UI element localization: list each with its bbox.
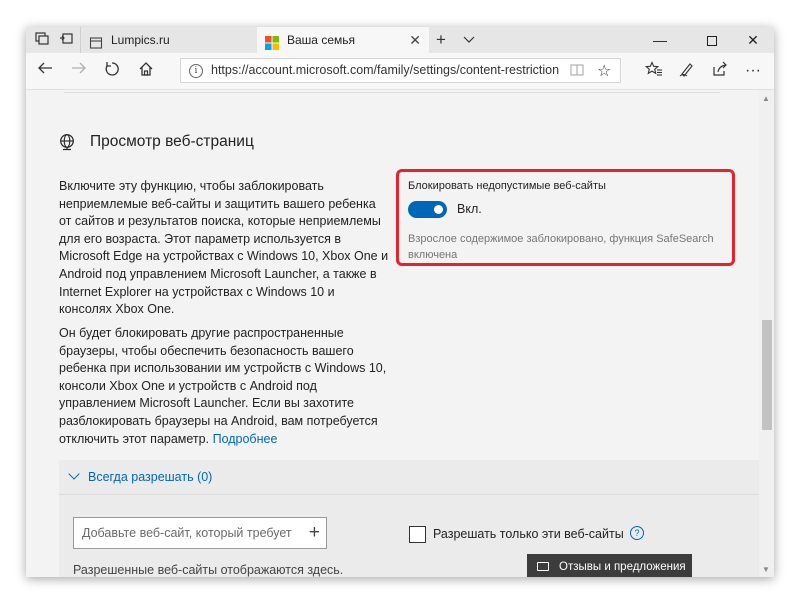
- allowed-sites-note: Разрешенные веб-сайты отображаются здесь…: [73, 563, 344, 577]
- minimize-icon[interactable]: —: [640, 27, 680, 53]
- divider: [64, 92, 720, 93]
- forward-arrow-icon[interactable]: [68, 61, 90, 81]
- close-tab-icon[interactable]: ✕: [409, 27, 421, 53]
- reading-view-icon[interactable]: [570, 63, 584, 80]
- tab-label: Lumpics.ru: [111, 33, 170, 47]
- refresh-icon[interactable]: [101, 61, 123, 81]
- learn-more-link[interactable]: Подробнее: [213, 432, 278, 446]
- allow-only-checkbox[interactable]: [409, 526, 426, 543]
- info-icon[interactable]: i: [189, 64, 203, 78]
- pen-notes-icon[interactable]: [676, 61, 698, 81]
- scroll-up-arrow-icon[interactable]: ▲: [762, 94, 770, 103]
- chevron-down-icon: [68, 468, 80, 480]
- chat-bubble-icon: [537, 562, 549, 571]
- url-text[interactable]: https://account.microsoft.com/family/set…: [211, 59, 559, 82]
- vertical-scrollbar[interactable]: ▲ ▼: [759, 90, 774, 577]
- feedback-button[interactable]: Отзывы и предложения: [527, 554, 692, 577]
- tab-bar: Lumpics.ru Ваша семья ✕ + — ✕: [26, 27, 774, 53]
- add-plus-icon[interactable]: +: [309, 522, 320, 544]
- add-website-field[interactable]: +: [73, 517, 327, 549]
- scroll-down-arrow-icon[interactable]: ▼: [762, 565, 770, 574]
- page-icon: [89, 33, 103, 49]
- page-content: Просмотр веб-страниц Включите эту функци…: [26, 90, 759, 577]
- divider: [59, 494, 759, 495]
- feedback-label: Отзывы и предложения: [559, 561, 686, 573]
- new-tab-icon[interactable]: +: [436, 27, 446, 53]
- help-question-icon[interactable]: ?: [630, 526, 644, 540]
- maximize-icon[interactable]: [692, 27, 732, 53]
- always-allow-expander[interactable]: Всегда разрешать (0): [68, 468, 212, 484]
- tab-label: Ваша семья: [287, 33, 355, 47]
- restore-tabs-icon[interactable]: [58, 32, 74, 48]
- highlight-frame: [396, 169, 735, 266]
- back-arrow-icon[interactable]: [34, 61, 56, 81]
- scrollbar-thumb[interactable]: [762, 320, 772, 430]
- tab-family[interactable]: Ваша семья ✕: [257, 27, 429, 53]
- tab-lumpics[interactable]: Lumpics.ru: [80, 27, 257, 53]
- browser-window: Lumpics.ru Ваша семья ✕ + — ✕ i https://…: [26, 27, 774, 577]
- description-text: Включите эту функцию, чтобы заблокироват…: [59, 179, 389, 317]
- allow-only-label[interactable]: Разрешать только эти веб-сайты: [433, 527, 624, 541]
- home-icon[interactable]: [135, 61, 157, 81]
- favorites-hub-icon[interactable]: [643, 61, 665, 81]
- favorite-star-icon[interactable]: ☆: [597, 61, 611, 81]
- navigation-bar: i https://account.microsoft.com/family/s…: [26, 53, 774, 90]
- set-aside-tabs-icon[interactable]: [34, 32, 50, 48]
- section-title: Просмотр веб-страниц: [90, 133, 254, 150]
- chevron-down-icon[interactable]: [463, 27, 475, 53]
- description-text-2: Он будет блокировать другие распростране…: [59, 326, 387, 446]
- microsoft-logo-icon: [265, 33, 279, 50]
- share-icon[interactable]: [709, 61, 731, 81]
- add-website-input[interactable]: [82, 518, 292, 548]
- globe-icon: [60, 134, 74, 151]
- close-window-icon[interactable]: ✕: [733, 27, 773, 53]
- more-options-icon[interactable]: ···: [742, 61, 764, 81]
- address-bar[interactable]: i https://account.microsoft.com/family/s…: [180, 58, 621, 83]
